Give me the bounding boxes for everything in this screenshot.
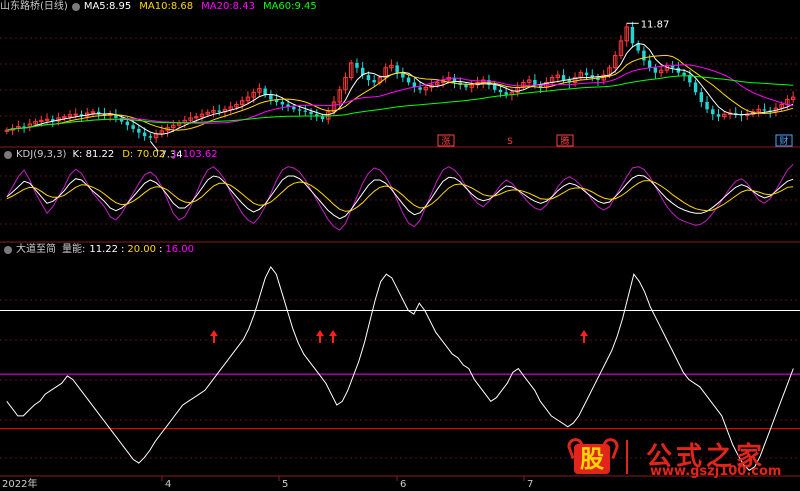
kdj-title: KDJ(9,3,3) xyxy=(16,149,67,160)
candle-body xyxy=(366,75,371,80)
watermark-divider xyxy=(626,440,628,474)
candle-body xyxy=(355,62,359,68)
buy-arrow-icon xyxy=(580,330,588,336)
candle-body xyxy=(269,94,273,100)
candle-body xyxy=(131,125,135,129)
candle-body xyxy=(292,106,296,110)
price-legend: 山东路桥(日线) MA5:8.95 MA10:8.68 MA20:8.43 MA… xyxy=(0,0,325,14)
high-price-label: 11.87 xyxy=(641,19,670,30)
candle-body xyxy=(303,110,308,112)
bull-logo-icon: 股 xyxy=(565,435,621,478)
candle-body xyxy=(406,77,411,83)
kdj-d-label: D: 70.02 xyxy=(122,149,166,160)
candle-body xyxy=(320,116,325,120)
indicator-value-1: 11.22 xyxy=(89,244,119,255)
candle-body xyxy=(716,114,721,117)
indicator-sep-1: : xyxy=(121,244,125,255)
marker-label: 涨 xyxy=(441,136,450,147)
indicator-name: 量能: xyxy=(62,244,86,255)
chart-grid xyxy=(0,37,800,477)
kdj-series xyxy=(6,163,794,231)
watermark-char: 股 xyxy=(574,444,610,474)
candle-body xyxy=(137,128,141,133)
indicator-value-3: 16.00 xyxy=(165,244,195,255)
indicator-sep-2: : xyxy=(159,244,163,255)
watermark-logo: 股 公式之家 www.gszj100.com xyxy=(556,435,800,480)
x-axis-month-label: 4 xyxy=(165,479,171,490)
marker-label: 腾 xyxy=(560,135,569,147)
kdj-legend: KDJ(9,3,3) K: 81.22 D: 70.02 J: 103.62 xyxy=(0,148,226,162)
candle-body xyxy=(584,72,589,76)
ma20-label: MA20:8.43 xyxy=(201,1,255,12)
candle-body xyxy=(533,80,537,85)
candle-body xyxy=(630,26,635,44)
candlestick-series xyxy=(4,21,796,143)
candle-body xyxy=(561,75,566,80)
ma60-label: MA60:9.45 xyxy=(262,1,317,12)
candle-body xyxy=(682,72,686,76)
x-axis-start-label: 2022年 xyxy=(2,477,37,490)
candle-body xyxy=(142,132,147,137)
candle-body xyxy=(693,82,698,93)
ma5-label: MA5:8.95 xyxy=(83,1,132,12)
candle-body xyxy=(705,102,709,110)
candle-body xyxy=(492,84,497,90)
kdj-j-label: J: 103.62 xyxy=(173,149,218,160)
candle-body xyxy=(418,87,422,90)
candle-body xyxy=(711,109,715,115)
candle-body xyxy=(263,88,267,95)
buy-arrow-icon xyxy=(210,330,218,336)
candle-body xyxy=(464,84,468,88)
indicator-settings-dot-icon[interactable] xyxy=(4,246,12,254)
kdj-j-line xyxy=(6,163,794,231)
x-axis-month-label: 7 xyxy=(527,479,533,490)
marker-label: 财 xyxy=(779,135,788,147)
kdj-settings-dot-icon[interactable] xyxy=(4,151,12,159)
kdj-k-label: K: 81.22 xyxy=(72,149,115,160)
candle-body xyxy=(22,126,26,128)
candle-body xyxy=(297,109,302,111)
watermark-url: www.gszj100.com xyxy=(650,464,782,479)
stock-title: 山东路桥(日线) xyxy=(0,1,68,12)
moving-average-lines xyxy=(6,42,794,135)
candle-body xyxy=(653,67,658,73)
candle-body xyxy=(699,92,704,102)
ma10-label: MA10:8.68 xyxy=(139,1,194,12)
buy-arrow-icon xyxy=(316,330,324,336)
candle-body xyxy=(372,80,376,83)
buy-arrow-icon xyxy=(329,330,337,336)
ma60-line xyxy=(6,75,794,131)
x-axis-month-label: 5 xyxy=(282,479,288,490)
indicator-value-2: 20.00 xyxy=(127,244,157,255)
candle-body xyxy=(762,109,767,111)
candle-body xyxy=(125,121,130,126)
marker-label: S xyxy=(507,137,513,147)
indicator-title: 大道至简 xyxy=(16,244,56,255)
candle-body xyxy=(395,65,399,73)
candle-body xyxy=(217,110,221,112)
candle-body xyxy=(642,50,646,61)
indicator-legend: 大道至简 量能: 11.22 : 20.00 : 16.00 xyxy=(0,243,194,257)
ma20-line xyxy=(6,64,794,131)
x-axis-month-label: 6 xyxy=(400,479,406,490)
candle-body xyxy=(504,92,508,95)
candle-body xyxy=(498,89,503,93)
x-axis: 2022年 4 5 6 7 xyxy=(2,476,533,490)
candle-body xyxy=(148,136,153,138)
candle-body xyxy=(309,111,313,115)
settings-dot-icon[interactable] xyxy=(71,3,80,11)
ma5-line xyxy=(6,42,794,135)
candle-body xyxy=(73,113,78,116)
candle-body xyxy=(647,60,652,68)
candle-body xyxy=(280,102,285,105)
